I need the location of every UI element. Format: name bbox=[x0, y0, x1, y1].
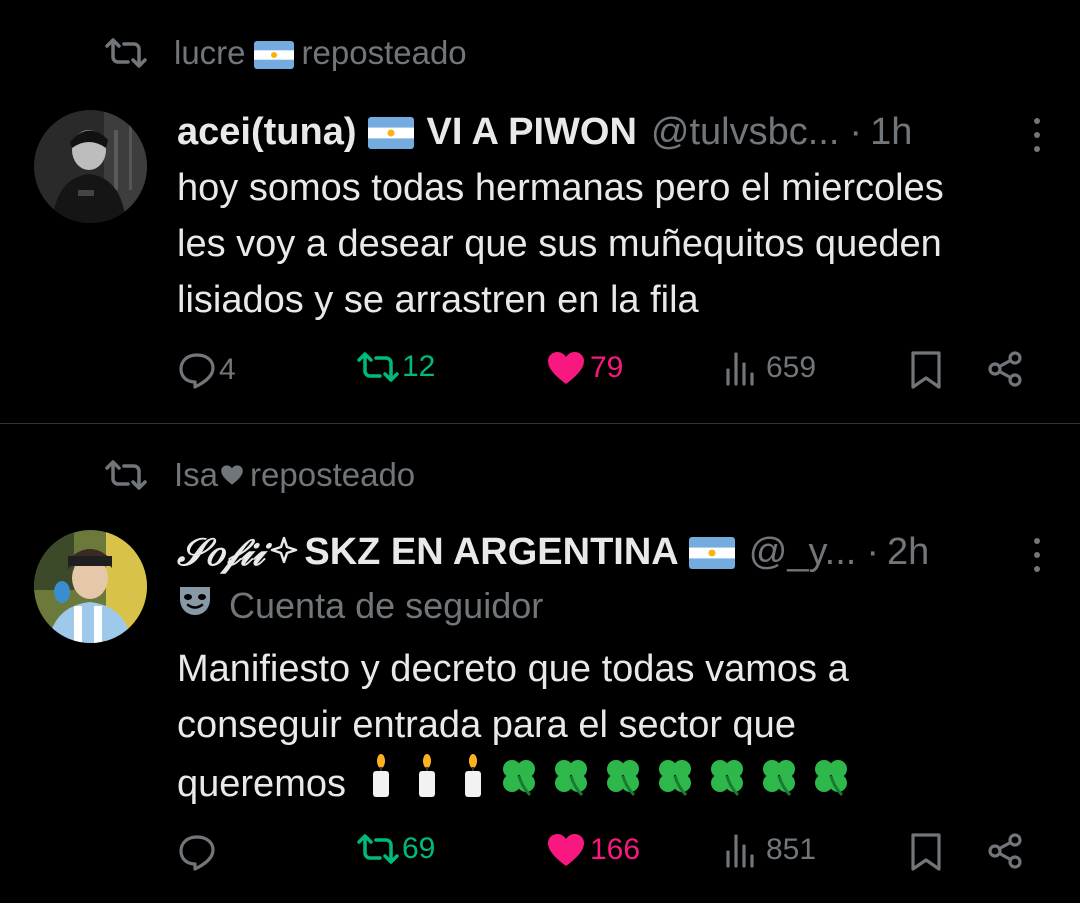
repost-icon bbox=[356, 351, 400, 383]
repost-button[interactable]: 12 bbox=[356, 350, 435, 384]
clover-icon bbox=[602, 755, 644, 813]
bookmark-button[interactable] bbox=[910, 350, 942, 390]
reply-button[interactable]: 4 bbox=[177, 350, 236, 390]
repost-user[interactable]: Isa bbox=[174, 456, 218, 494]
clover-icon bbox=[706, 755, 748, 813]
tweet-header: acei(tuna) VI A PIWON @tulvsbc... · 1h bbox=[177, 110, 1040, 154]
tweet-1[interactable]: lucre reposteado acei(tuna) VI A PIWON @… bbox=[0, 0, 1080, 423]
reply-button[interactable] bbox=[177, 832, 219, 872]
avatar[interactable] bbox=[34, 110, 147, 223]
tweet-2[interactable]: Isa reposteado 𝒮𝑜𝒻𝒾𝒾 SKZ EN ARGENTINA @_… bbox=[0, 424, 1080, 903]
like-icon bbox=[546, 350, 586, 386]
repost-count: 69 bbox=[402, 832, 436, 865]
handle[interactable]: @tulvsbc... bbox=[651, 111, 840, 154]
repost-icon bbox=[104, 459, 148, 491]
repost-icon bbox=[104, 37, 148, 69]
action-bar: 69 166 851 bbox=[0, 832, 1080, 882]
clover-icon bbox=[810, 755, 852, 813]
tweet-text: hoy somos todas hermanas pero el miercol… bbox=[177, 160, 1057, 328]
clover-icon bbox=[758, 755, 800, 813]
avatar[interactable] bbox=[34, 530, 147, 643]
flag-argentina-icon bbox=[368, 111, 415, 154]
separator-dot: · bbox=[849, 110, 863, 153]
text-line: hoy somos todas hermanas pero el miercol… bbox=[177, 167, 944, 209]
share-button[interactable] bbox=[986, 832, 1024, 870]
repost-user[interactable]: lucre bbox=[174, 34, 246, 72]
like-icon bbox=[546, 832, 586, 868]
clover-icon bbox=[654, 755, 696, 813]
reply-icon bbox=[177, 350, 217, 390]
like-count: 166 bbox=[590, 833, 641, 866]
bookmark-icon bbox=[910, 832, 942, 872]
handle[interactable]: @_y... bbox=[749, 531, 857, 574]
more-icon[interactable] bbox=[1034, 118, 1040, 152]
repost-icon bbox=[356, 833, 400, 865]
repost-indicator: Isa reposteado bbox=[104, 456, 415, 494]
bookmark-button[interactable] bbox=[910, 832, 942, 872]
repost-label: reposteado bbox=[301, 34, 467, 71]
repost-button[interactable]: 69 bbox=[356, 832, 435, 866]
views-button[interactable]: 851 bbox=[724, 832, 816, 868]
text-line: queremos bbox=[177, 763, 346, 805]
sparkle-icon bbox=[270, 531, 298, 574]
candle-icon bbox=[458, 753, 488, 815]
candle-icon bbox=[412, 753, 442, 815]
account-label-text: Cuenta de seguidor bbox=[229, 584, 544, 626]
views-icon bbox=[724, 350, 760, 386]
more-icon[interactable] bbox=[1034, 538, 1040, 572]
clover-icon bbox=[498, 755, 540, 813]
flag-argentina-icon bbox=[688, 531, 735, 574]
share-button[interactable] bbox=[986, 350, 1024, 388]
repost-indicator: lucre reposteado bbox=[104, 34, 467, 72]
share-icon bbox=[986, 350, 1024, 388]
clover-icon bbox=[550, 755, 592, 813]
separator-dot: · bbox=[866, 530, 879, 573]
like-button[interactable]: 79 bbox=[546, 350, 623, 386]
views-count: 851 bbox=[766, 833, 817, 866]
heart-icon bbox=[220, 456, 244, 494]
text-line: Manifiesto y decreto que todas vamos a bbox=[177, 648, 849, 690]
like-count: 79 bbox=[590, 351, 624, 384]
clover-row bbox=[498, 755, 856, 813]
like-button[interactable]: 166 bbox=[546, 832, 640, 868]
bookmark-icon bbox=[910, 350, 942, 390]
candle-icon bbox=[366, 753, 396, 815]
timestamp[interactable]: 2h bbox=[887, 531, 929, 574]
share-icon bbox=[986, 832, 1024, 870]
tweet-text: Manifiesto y decreto que todas vamos a c… bbox=[177, 641, 1057, 815]
views-button[interactable]: 659 bbox=[724, 350, 816, 386]
tweet-header: 𝒮𝑜𝒻𝒾𝒾 SKZ EN ARGENTINA @_y... · 2h bbox=[177, 529, 1040, 575]
display-name[interactable]: acei(tuna) VI A PIWON bbox=[177, 111, 637, 154]
timestamp[interactable]: 1h bbox=[870, 111, 912, 154]
repost-label: reposteado bbox=[250, 456, 416, 493]
views-icon bbox=[724, 832, 760, 868]
views-count: 659 bbox=[766, 351, 817, 384]
repost-count: 12 bbox=[402, 350, 436, 383]
action-bar: 4 12 79 659 bbox=[0, 350, 1080, 400]
mask-icon bbox=[177, 584, 213, 627]
account-label: Cuenta de seguidor bbox=[177, 584, 543, 627]
text-line: les voy a desear que sus muñequitos qued… bbox=[177, 223, 942, 265]
display-name[interactable]: 𝒮𝑜𝒻𝒾𝒾 SKZ EN ARGENTINA bbox=[177, 529, 735, 575]
text-line: lisiados y se arrastren en la fila bbox=[177, 279, 699, 321]
reply-count: 4 bbox=[219, 353, 236, 386]
text-line-emoji: queremos bbox=[177, 753, 1057, 815]
text-line: conseguir entrada para el sector que bbox=[177, 704, 796, 746]
reply-icon bbox=[177, 832, 217, 872]
flag-argentina-icon bbox=[253, 34, 294, 72]
